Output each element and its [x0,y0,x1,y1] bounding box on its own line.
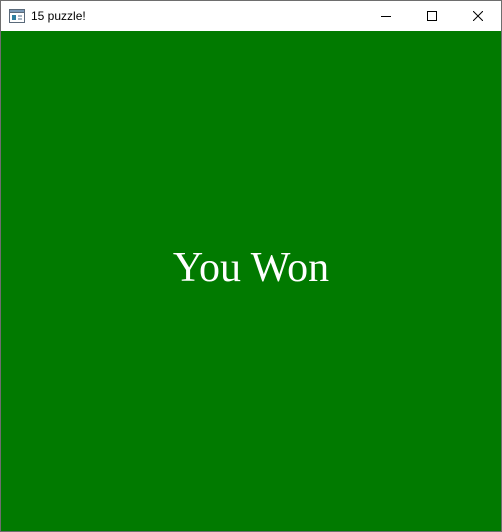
minimize-button[interactable] [363,1,409,31]
title-bar[interactable]: 15 puzzle! [1,1,501,31]
window-title: 15 puzzle! [31,9,86,23]
minimize-icon [381,16,391,17]
maximize-icon [427,11,437,21]
app-window-icon [9,9,25,23]
game-board[interactable]: You Won [1,31,501,531]
win-message: You Won [172,245,330,291]
close-button[interactable] [455,1,501,31]
close-icon [473,11,483,21]
app-window: 15 puzzle! You Won [0,0,502,532]
maximize-button[interactable] [409,1,455,31]
